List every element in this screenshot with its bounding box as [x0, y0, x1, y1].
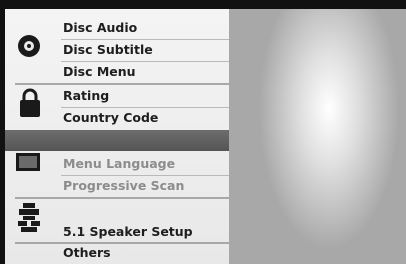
- padlock-icon: [19, 88, 41, 122]
- menu-item-menu-language[interactable]: Menu Language: [63, 156, 175, 171]
- group-divider: [15, 83, 229, 85]
- menu-item-speaker-setup[interactable]: 5.1 Speaker Setup: [63, 224, 193, 239]
- selected-row-highlight[interactable]: [5, 130, 235, 151]
- item-rule: [61, 61, 229, 62]
- item-rule: [61, 39, 229, 40]
- submenu-panel: [229, 9, 406, 264]
- menu-item-progressive-scan[interactable]: Progressive Scan: [63, 178, 184, 193]
- menu-item-disc-menu[interactable]: Disc Menu: [63, 64, 136, 79]
- speaker-icon: [17, 203, 41, 237]
- group-divider: [15, 242, 229, 244]
- menu-item-rating[interactable]: Rating: [63, 88, 109, 103]
- disc-icon: [17, 34, 41, 62]
- menu-item-others[interactable]: Others: [63, 245, 111, 260]
- item-rule: [61, 175, 229, 176]
- group-divider: [15, 197, 229, 199]
- monitor-icon: [15, 152, 41, 176]
- item-rule: [61, 107, 229, 108]
- menu-item-disc-subtitle[interactable]: Disc Subtitle: [63, 42, 153, 57]
- menu-item-disc-audio[interactable]: Disc Audio: [63, 20, 137, 35]
- menu-item-country-code[interactable]: Country Code: [63, 110, 158, 125]
